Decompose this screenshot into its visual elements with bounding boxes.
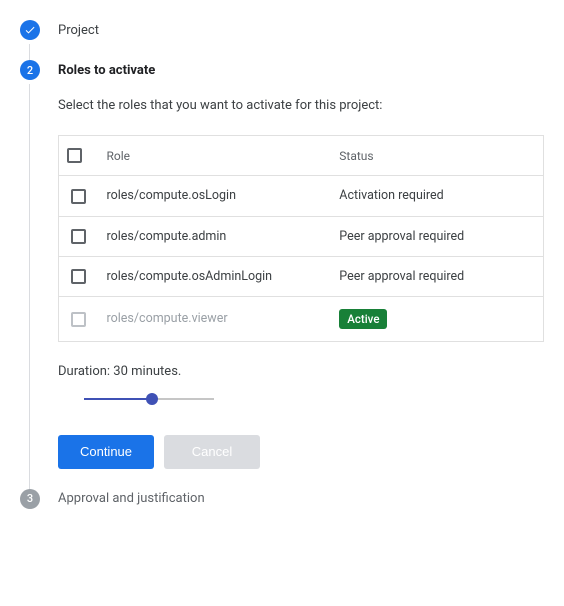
row-checkbox[interactable] (71, 269, 86, 284)
slider-thumb[interactable] (146, 393, 158, 405)
role-status: Peer approval required (331, 216, 543, 256)
role-status: Activation required (331, 176, 543, 216)
step-approval-circle: 3 (20, 489, 40, 509)
table-row: roles/compute.osLogin Activation require… (59, 176, 544, 216)
row-checkbox[interactable] (71, 229, 86, 244)
slider-fill (84, 398, 152, 400)
role-name: roles/compute.admin (99, 216, 332, 256)
duration-slider[interactable] (84, 391, 214, 407)
step-approval-number: 3 (27, 492, 33, 505)
select-all-checkbox[interactable] (67, 148, 82, 163)
step-project-circle[interactable] (20, 20, 40, 40)
header-status: Status (331, 136, 543, 176)
continue-button[interactable]: Continue (58, 435, 154, 469)
step-roles-number: 2 (27, 64, 33, 77)
stepper: Project 2 Roles to activate Select the r… (20, 20, 544, 529)
role-name: roles/compute.viewer (99, 296, 332, 341)
row-checkbox[interactable] (71, 189, 86, 204)
duration-label: Duration: 30 minutes. (58, 364, 544, 379)
table-row: roles/compute.osAdminLogin Peer approval… (59, 256, 544, 296)
cancel-button[interactable]: Cancel (164, 435, 260, 469)
role-status: Active (331, 296, 543, 341)
step-roles-title: Roles to activate (58, 63, 155, 78)
step-roles-content: Select the roles that you want to activa… (48, 80, 544, 469)
step-actions: Continue Cancel (58, 435, 544, 469)
row-checkbox (71, 312, 86, 327)
roles-instruction: Select the roles that you want to activa… (58, 98, 544, 113)
role-name: roles/compute.osLogin (99, 176, 332, 216)
header-role: Role (99, 136, 332, 176)
status-badge: Active (339, 309, 387, 329)
roles-table: Role Status roles/compute.osLogin Activa… (58, 135, 544, 342)
table-row: roles/compute.viewer Active (59, 296, 544, 341)
role-status: Peer approval required (331, 256, 543, 296)
step-roles-circle: 2 (20, 60, 40, 80)
header-checkbox-cell (59, 136, 99, 176)
step-project-title: Project (58, 23, 99, 38)
step-approval: 3 Approval and justification (20, 489, 544, 529)
check-icon (24, 24, 36, 36)
role-name: roles/compute.osAdminLogin (99, 256, 332, 296)
table-row: roles/compute.admin Peer approval requir… (59, 216, 544, 256)
step-roles: 2 Roles to activate Select the roles tha… (20, 60, 544, 489)
step-project: Project (20, 20, 544, 60)
step-approval-title: Approval and justification (58, 491, 205, 506)
